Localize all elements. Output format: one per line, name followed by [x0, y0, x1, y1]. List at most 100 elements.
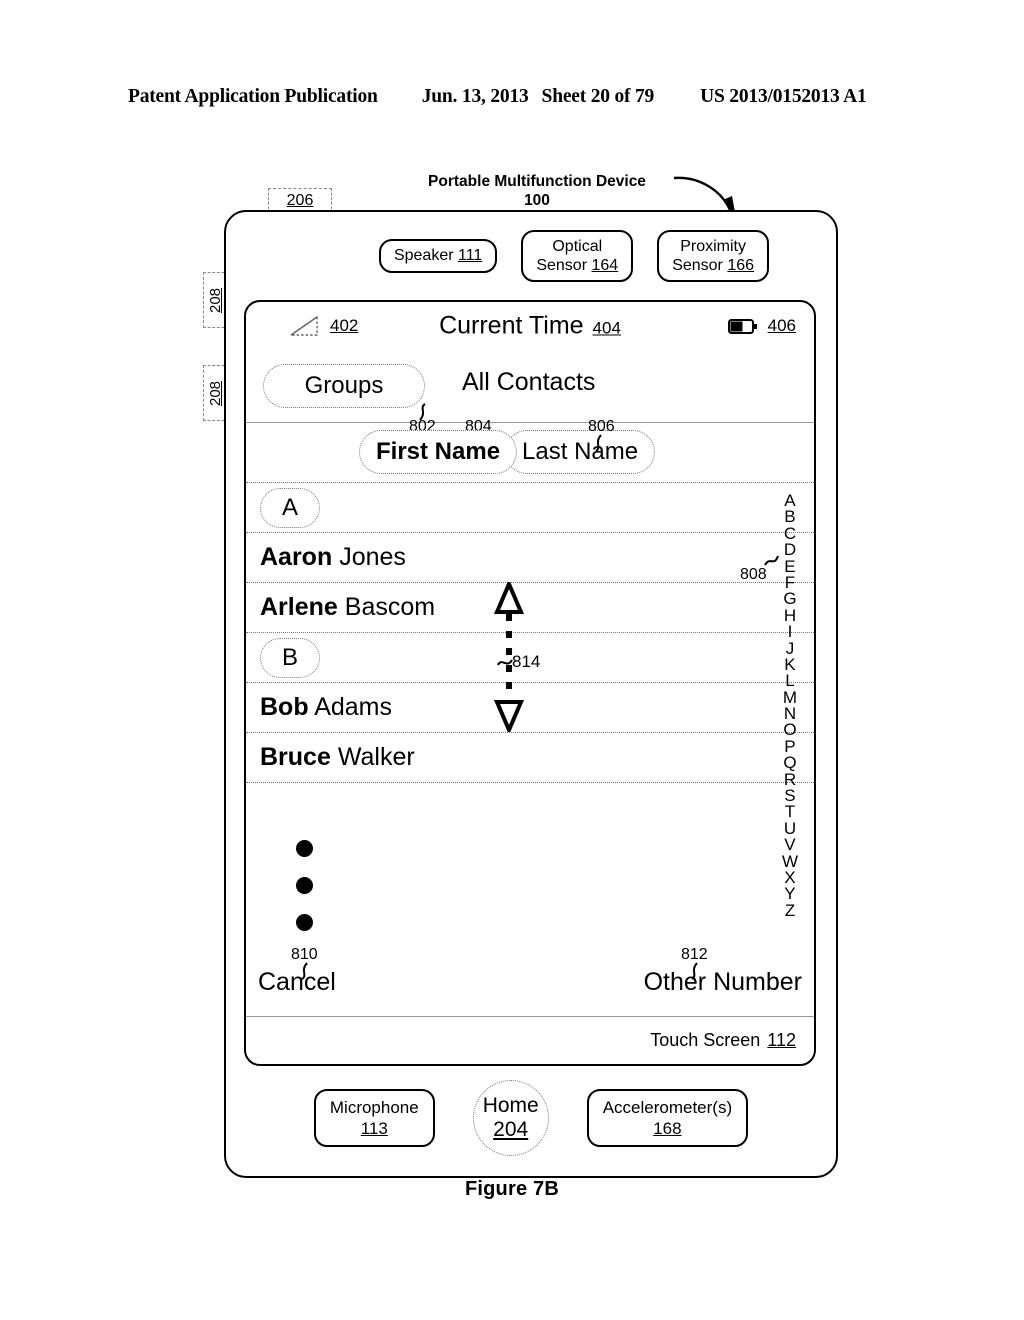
- alphabet-index-letter-b[interactable]: B: [784, 508, 795, 525]
- publication-date: Jun. 13, 2013: [421, 86, 529, 107]
- proximity-sensor-label-line2: Sensor: [672, 257, 723, 274]
- page-title: All Contacts: [462, 368, 596, 396]
- sort-order-segmented-control-row: First Name Last Name: [246, 423, 814, 483]
- tab-last-name-label: Last Name: [522, 438, 639, 465]
- alphabet-index-letter-x[interactable]: X: [784, 869, 795, 886]
- accelerometer-label: Accelerometer(s): [602, 1097, 733, 1117]
- alphabet-index-letter-a[interactable]: A: [784, 492, 795, 509]
- alphabet-index-letter-s[interactable]: S: [784, 787, 795, 804]
- sensor-row: Speaker 111 Optical Sensor 164 Proximity…: [224, 228, 838, 284]
- alphabet-index-letter-o[interactable]: O: [783, 721, 796, 738]
- sheet-number: Sheet 20 of 79: [541, 86, 655, 107]
- ellipsis-dot: [296, 840, 313, 857]
- alphabet-index-letter-r[interactable]: R: [784, 770, 796, 787]
- list-item-bruce-walker[interactable]: Bruce Walker: [246, 733, 814, 783]
- callout-808: 808: [740, 566, 767, 583]
- list-item-aaron-jones[interactable]: Aaron Jones: [246, 533, 814, 583]
- vertical-ellipsis-icon: [296, 840, 313, 931]
- ellipsis-dot: [296, 914, 313, 931]
- figure-caption: Figure 7B: [464, 1178, 560, 1200]
- home-button-label: Home: [482, 1093, 539, 1117]
- alphabet-index-letter-z[interactable]: Z: [785, 902, 795, 919]
- device-title: Portable Multifunction Device 100: [392, 172, 682, 211]
- touch-screen-footer: Touch Screen 112: [246, 1016, 814, 1064]
- status-bar: 402 Current Time 404 406: [246, 302, 814, 350]
- alphabet-index-letter-h[interactable]: H: [784, 607, 796, 624]
- battery-icon: [727, 318, 757, 334]
- contact-name-arlene-bascom: Arlene Bascom: [260, 593, 435, 622]
- tab-last-name[interactable]: Last Name: [505, 430, 656, 474]
- speaker-label: Speaker: [393, 247, 454, 265]
- home-button-ref: 204: [493, 1118, 529, 1141]
- home-button[interactable]: Home 204: [472, 1080, 549, 1156]
- leader-squiggle-806-icon: [595, 434, 602, 452]
- label-206-text: 206: [286, 192, 314, 209]
- alphabet-index-letter-i[interactable]: I: [788, 623, 793, 640]
- publication-label: Patent Application Publication: [128, 86, 378, 107]
- alphabet-index-letter-n[interactable]: N: [784, 705, 796, 722]
- list-item-bob-adams[interactable]: Bob Adams: [246, 683, 814, 733]
- contact-last-name: Jones: [339, 543, 406, 571]
- contact-first-name: Arlene: [260, 593, 338, 621]
- touch-screen[interactable]: 402 Current Time 404 406 Groups All Cont…: [244, 300, 816, 1066]
- proximity-sensor-label-line1: Proximity: [680, 237, 746, 255]
- current-time-label: Current Time: [439, 311, 584, 340]
- alphabet-index-letter-w[interactable]: W: [782, 852, 798, 869]
- sort-order-segmented-control[interactable]: First Name Last Name: [359, 430, 656, 474]
- list-item-arlene-bascom[interactable]: Arlene Bascom: [246, 583, 814, 633]
- touch-screen-label: Touch Screen: [650, 1030, 761, 1050]
- contact-last-name: Adams: [314, 693, 392, 721]
- alphabet-index-letter-y[interactable]: Y: [784, 885, 795, 902]
- optical-sensor-label-line1: Optical: [552, 237, 603, 255]
- groups-button[interactable]: Groups: [263, 364, 425, 408]
- label-208-top-text: 208: [207, 287, 225, 313]
- alphabet-index-letter-p[interactable]: P: [784, 738, 795, 755]
- microphone-label: Microphone: [329, 1097, 419, 1117]
- patent-number: US 2013/0152013 A1: [700, 86, 867, 107]
- contact-last-name: Bascom: [344, 593, 436, 621]
- section-letter-a: A: [260, 487, 320, 528]
- alphabet-index-letter-f[interactable]: F: [785, 574, 795, 591]
- battery-ref: 406: [767, 316, 796, 335]
- leader-squiggle-812-icon: [691, 962, 698, 980]
- accelerometer-ref: 168: [653, 1119, 682, 1138]
- contact-first-name: Bruce: [260, 743, 331, 771]
- accelerometer-pill: Accelerometer(s) 168: [586, 1088, 749, 1148]
- device-reference-number: 100: [524, 192, 550, 210]
- optical-sensor-pill: Optical Sensor 164: [521, 229, 634, 283]
- alphabet-index-letter-q[interactable]: Q: [783, 754, 796, 771]
- alphabet-index-letter-m[interactable]: M: [783, 688, 797, 705]
- contact-name-bruce-walker: Bruce Walker: [260, 743, 415, 772]
- alphabet-index-letter-v[interactable]: V: [784, 836, 795, 853]
- other-number-button[interactable]: Other Number: [644, 968, 802, 997]
- alphabet-index-letter-g[interactable]: G: [783, 590, 796, 607]
- action-row: Cancel Other Number: [246, 957, 814, 1007]
- contact-first-name: Bob: [260, 693, 309, 721]
- alphabet-index-letter-l[interactable]: L: [785, 672, 794, 689]
- navigation-bar: Groups All Contacts: [246, 350, 814, 423]
- alphabet-index-letter-c[interactable]: C: [784, 525, 796, 542]
- alphabet-index-letter-j[interactable]: J: [786, 639, 795, 656]
- speaker-pill: Speaker 111: [378, 239, 498, 273]
- current-time-ref: 404: [592, 318, 621, 338]
- alphabet-index-letter-d[interactable]: D: [784, 541, 796, 558]
- speaker-ref: 111: [458, 247, 483, 265]
- microphone-ref: 113: [360, 1119, 388, 1138]
- hardware-bottom-row: Microphone 113 Home 204 Accelerometer(s)…: [224, 1080, 838, 1156]
- tab-first-name[interactable]: First Name: [359, 430, 518, 474]
- patent-page-header: Patent Application Publication Jun. 13, …: [128, 86, 896, 114]
- alphabet-index-letter-u[interactable]: U: [784, 820, 796, 837]
- list-section-header-a: A: [246, 483, 814, 533]
- microphone-pill: Microphone 113: [313, 1088, 435, 1148]
- status-bar-right: 406: [727, 316, 796, 336]
- alphabet-index[interactable]: ABCDEFGHIJKLMNOPQRSTUVWXYZ: [782, 492, 798, 919]
- leader-squiggle-814-icon: [497, 659, 513, 666]
- contact-name-aaron-jones: Aaron Jones: [260, 543, 406, 572]
- ellipsis-dot: [296, 877, 313, 894]
- proximity-sensor-pill: Proximity Sensor 166: [657, 229, 770, 283]
- contact-name-bob-adams: Bob Adams: [260, 693, 392, 722]
- groups-button-label: Groups: [304, 372, 384, 399]
- alphabet-index-letter-k[interactable]: K: [784, 656, 795, 673]
- alphabet-index-letter-t[interactable]: T: [785, 803, 795, 820]
- alphabet-index-letter-e[interactable]: E: [784, 557, 795, 574]
